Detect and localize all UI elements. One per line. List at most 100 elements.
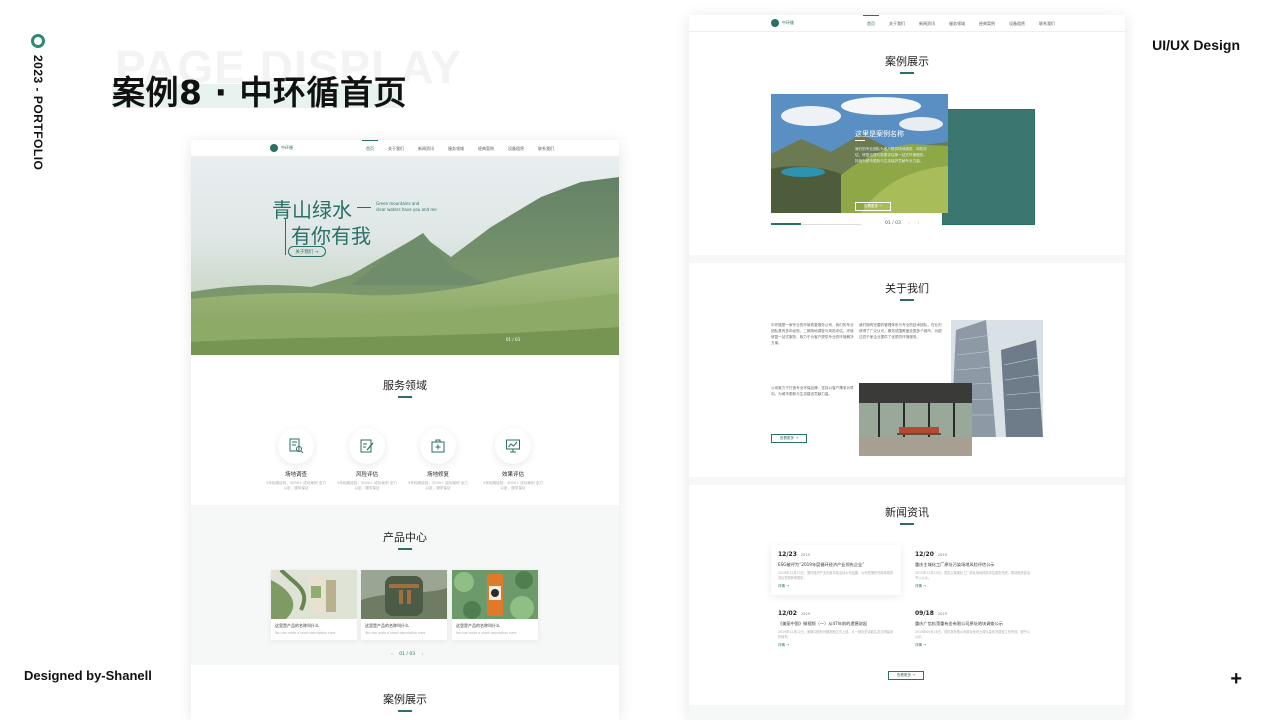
nav-item-contact[interactable]: 联系我们 [1039, 21, 1055, 27]
nav-item-about[interactable]: 关于我们 [889, 21, 905, 27]
hero-page-indicator: 01 / 03 [506, 337, 521, 342]
service-risk-assessment[interactable]: 风险评估 5年权威经验，3000+ 成功案例 全力以赴，服务保证 [337, 428, 397, 491]
news-day: 12/23 [778, 551, 797, 558]
news-more-link[interactable]: 详情 → [778, 584, 901, 589]
designer-credit: Designed by-Shanell [24, 668, 152, 683]
product-name: 这里是产品的名称叫什么 [365, 623, 409, 628]
chart-monitor-icon [495, 428, 531, 464]
product-desc: You can write a short description here [275, 631, 336, 635]
news-headline: 重庆主城化工厂原址污染场地风险评估公示 [915, 562, 995, 567]
about-title: 关于我们 [885, 282, 929, 295]
news-headline: 重庆广信松藻重有金有限公司原址地块调查公示 [915, 621, 1003, 626]
news-item[interactable]: 12/23 2019 ESG被评为“2019年度循环经济产业领先企业” 2019年… [771, 545, 901, 595]
news-item[interactable]: 12/02 2019 《美丽中国》微视频（一）从47年前的遗憾说起 2019年12… [771, 604, 901, 654]
cases-title-underline [900, 72, 914, 74]
news-summary: 2019年12月20日，重庆主城某化工厂原址场地风险评估报告完成，现将相关信息予… [915, 571, 1031, 581]
news-more-link[interactable]: 详情 → [915, 584, 1038, 589]
hero-subtitle-line2: clear waters have you and me [376, 207, 437, 212]
document-search-icon [278, 428, 314, 464]
services-title: 服务领域 [383, 379, 427, 392]
cases-title-preview: 案例展示 [383, 693, 427, 706]
about-title-underline [900, 299, 914, 301]
news-date: 12/20 2019 [915, 551, 1038, 558]
top-navbar: 中环循 首页 关于我们 新闻资讯 服务领域 经典案例 设备租赁 联系我们 [689, 15, 1125, 32]
news-title: 新闻资讯 [885, 506, 929, 519]
hero-about-button[interactable]: 关于我们 → [288, 246, 326, 257]
chevron-left-icon[interactable]: ‹ [391, 652, 393, 657]
news-day: 12/20 [915, 551, 934, 558]
news-headline: ESG被评为“2019年度循环经济产业领先企业” [778, 562, 865, 567]
news-day: 12/02 [778, 610, 797, 617]
nav-item-about[interactable]: 关于我们 [388, 146, 404, 152]
case-description: 我们的专业团队为客户提供场地调查、风险评估、修复治理与效果评估等一站式环境服务，… [855, 147, 927, 163]
news-year: 2019 [800, 612, 810, 616]
product-card[interactable]: 这里是产品的名称叫什么 You can write a short descri… [361, 570, 447, 640]
nav-item-cases[interactable]: 经典案例 [478, 146, 494, 152]
news-item[interactable]: 12/20 2019 重庆主城化工厂原址污染场地风险评估公示 2019年12月20… [908, 545, 1038, 595]
chevron-right-icon[interactable]: › [918, 221, 920, 226]
nav-menu: 首页 关于我们 新闻资讯 服务领域 经典案例 设备租赁 联系我们 [863, 15, 1055, 27]
case-more-button[interactable]: 查看更多 → [855, 202, 891, 211]
news-title-underline [900, 523, 914, 525]
logo-mark-icon [771, 19, 779, 27]
site-logo[interactable]: 中环循 [771, 19, 794, 27]
nav-item-news[interactable]: 新闻资讯 [919, 21, 935, 27]
nav-item-home[interactable]: 首页 [863, 15, 879, 27]
news-more-link[interactable]: 详情 → [915, 643, 1038, 648]
news-date: 09/18 2019 [915, 610, 1038, 617]
homepage-mockup-right: 中环循 首页 关于我们 新闻资讯 服务领域 经典案例 设备租赁 联系我们 案例展… [689, 15, 1125, 720]
service-name: 场地调查 [284, 472, 307, 478]
news-year: 2019 [937, 553, 947, 557]
service-effect-evaluation[interactable]: 效果评估 5年权威经验，3000+ 成功案例 全力以赴，服务保证 [483, 428, 543, 491]
product-desc: You can write a short description here [456, 631, 517, 635]
service-desc: 5年权威经验，3000+ 成功案例 全力以赴，服务保证 [483, 481, 543, 491]
product-card[interactable]: 这里是产品的名称叫什么 You can write a short descri… [271, 570, 357, 640]
product-name: 这里是产品的名称叫什么 [456, 623, 500, 628]
product-desc: You can write a short description here [365, 631, 426, 635]
cases-title-underline [398, 710, 412, 712]
service-desc: 5年权威经验，3000+ 成功案例 全力以赴，服务保证 [337, 481, 397, 491]
service-desc: 5年权威经验，3000+ 成功案例 全力以赴，服务保证 [266, 481, 326, 491]
nav-item-equipment[interactable]: 设备租赁 [508, 146, 524, 152]
logo-name: 中环循 [281, 144, 293, 150]
product-card[interactable]: 这里是产品的名称叫什么 You can write a short descri… [452, 570, 538, 640]
nav-item-services[interactable]: 服务领域 [448, 146, 464, 152]
chevron-right-icon[interactable]: › [422, 652, 424, 657]
news-date: 12/23 2019 [778, 551, 901, 558]
product-image [361, 570, 447, 619]
service-name: 风险评估 [355, 472, 378, 478]
products-pager[interactable]: ‹ 01 / 03 › [391, 652, 423, 657]
cases-pager[interactable]: 01 / 03 ‹ › [885, 221, 919, 226]
nav-item-contact[interactable]: 联系我们 [538, 146, 554, 152]
nav-item-cases[interactable]: 经典案例 [979, 21, 995, 27]
news-summary: 2019年12月02日，美丽中国系列微视频正式上线，从一段历史讲起生态文明建设的… [778, 630, 894, 640]
nav-item-home[interactable]: 首页 [362, 140, 378, 152]
top-navbar: 中环循 首页 关于我们 新闻资讯 服务领域 经典案例 设备租赁 联系我们 [191, 140, 619, 157]
news-year: 2019 [937, 612, 947, 616]
news-more-link[interactable]: 详情 → [778, 643, 901, 648]
product-image [452, 570, 538, 619]
site-logo[interactable]: 中环循 [270, 144, 293, 152]
hero-banner: 青山绿水 Green mountains and clear waters ha… [191, 157, 619, 355]
service-name: 场地修复 [426, 472, 449, 478]
nav-item-equipment[interactable]: 设备租赁 [1009, 21, 1025, 27]
news-year: 2019 [800, 553, 810, 557]
news-item[interactable]: 09/18 2019 重庆广信松藻重有金有限公司原址地块调查公示 2019年09月… [908, 604, 1038, 654]
chevron-left-icon[interactable]: ‹ [908, 221, 910, 226]
service-site-survey[interactable]: 场地调查 5年权威经验，3000+ 成功案例 全力以赴，服务保证 [266, 428, 326, 491]
products-title: 产品中心 [383, 531, 427, 544]
about-more-button[interactable]: 查看更多 → [771, 434, 807, 443]
news-more-button[interactable]: 查看更多 → [888, 671, 924, 680]
hero-title-line2: 有你有我 [291, 224, 371, 248]
service-site-remediation[interactable]: 场地修复 5年权威经验，3000+ 成功案例 全力以赴，服务保证 [408, 428, 468, 491]
hero-divider [357, 207, 371, 208]
homepage-mockup-left: 中环循 首页 关于我们 新闻资讯 服务领域 经典案例 设备租赁 联系我们 青山绿… [191, 140, 619, 720]
portfolio-ring-icon [31, 34, 45, 48]
nav-menu: 首页 关于我们 新闻资讯 服务领域 经典案例 设备租赁 联系我们 [362, 140, 554, 152]
nav-item-news[interactable]: 新闻资讯 [418, 146, 434, 152]
nav-item-services[interactable]: 服务领域 [949, 21, 965, 27]
medical-kit-icon [420, 428, 456, 464]
section-divider [689, 705, 1125, 720]
hero-vertical-line [285, 219, 286, 255]
category-tag: UI/UX Design [1152, 37, 1240, 53]
